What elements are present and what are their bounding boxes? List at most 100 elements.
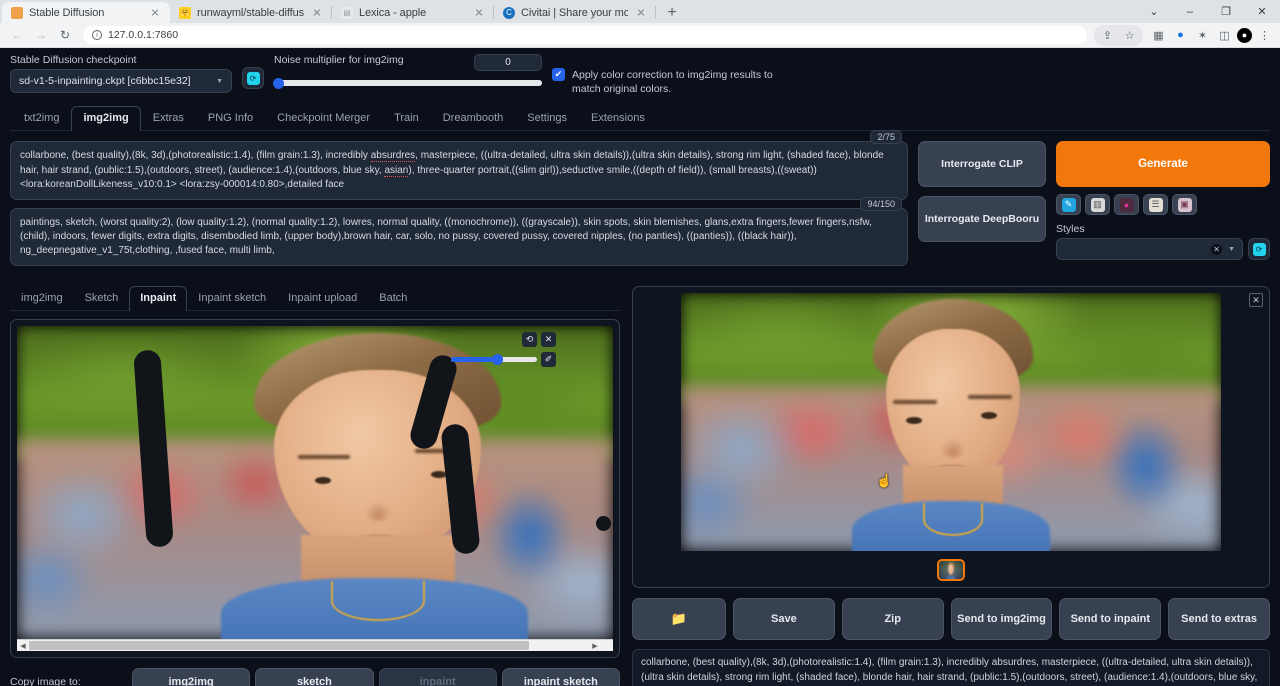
close-icon[interactable]: ✕ bbox=[1249, 293, 1263, 307]
extension-store-icon[interactable]: ▦ bbox=[1149, 26, 1168, 45]
noise-multiplier-input[interactable]: 0 bbox=[474, 54, 542, 71]
prompt-input[interactable]: collarbone, (best quality),(8k, 3d),(pho… bbox=[10, 141, 908, 200]
send-to-img2img-button[interactable]: Send to img2img bbox=[951, 598, 1053, 640]
browser-tab-3[interactable]: C Civitai | Share your models bbox=[494, 2, 656, 23]
subtab-sketch[interactable]: Sketch bbox=[74, 286, 130, 310]
slider-knob[interactable] bbox=[273, 78, 284, 89]
zip-button[interactable]: Zip bbox=[842, 598, 944, 640]
interrogate-clip-button[interactable]: Interrogate CLIP bbox=[918, 141, 1046, 187]
subtab-inpaint[interactable]: Inpaint bbox=[129, 286, 187, 311]
prompt-wrapper: 2/75 collarbone, (best quality),(8k, 3d)… bbox=[10, 141, 908, 200]
canvas-tools: ⟲ ✕ ✐ bbox=[451, 332, 556, 367]
close-icon[interactable] bbox=[634, 6, 648, 20]
browser-tab-2[interactable]: ▤ Lexica - apple bbox=[332, 2, 494, 23]
canvas-horizontal-scrollbar[interactable]: ◀ ▶ bbox=[17, 639, 613, 651]
subject-face bbox=[886, 329, 1020, 486]
result-image[interactable]: ☝ bbox=[681, 293, 1221, 551]
tab-train[interactable]: Train bbox=[382, 106, 431, 130]
copy-to-sketch-button[interactable]: sketch bbox=[255, 668, 373, 686]
refresh-styles-button[interactable]: ⟳ bbox=[1248, 238, 1270, 260]
tab-checkpoint-merger[interactable]: Checkpoint Merger bbox=[265, 106, 382, 130]
inpaint-canvas[interactable]: ⟲ ✕ ✐ bbox=[17, 326, 613, 639]
share-icon[interactable]: ⇪ bbox=[1098, 26, 1117, 45]
maximize-button[interactable]: ❐ bbox=[1208, 0, 1244, 23]
negative-prompt-input[interactable]: paintings, sketch, (worst quality:2), (l… bbox=[10, 208, 908, 267]
close-icon[interactable] bbox=[472, 6, 486, 20]
chevron-down-icon[interactable]: ▼ bbox=[1228, 246, 1235, 253]
browser-tab-1[interactable]: 🤗 runwayml/stable-diffusion-inpa bbox=[170, 2, 332, 23]
noise-multiplier-slider[interactable] bbox=[274, 80, 542, 86]
sidepanel-icon[interactable]: ◫ bbox=[1215, 26, 1234, 45]
stable-diffusion-webui: Stable Diffusion checkpoint sd-v1-5-inpa… bbox=[0, 48, 1280, 686]
prompt-typo-b: asian bbox=[384, 165, 408, 177]
undo-icon[interactable]: ⟲ bbox=[522, 332, 537, 347]
toolbar-icons: ⇪ ☆ ▦ ● ✶ ◫ ● ⋮ bbox=[1094, 25, 1274, 46]
new-tab-button[interactable]: + bbox=[660, 2, 684, 23]
noise-multiplier-group: Noise multiplier for img2img 0 bbox=[274, 54, 542, 86]
browser-toolbar: ← → ↻ i 127.0.0.1:7860 ⇪ ☆ ▦ ● ✶ ◫ ● ⋮ bbox=[0, 23, 1280, 48]
paste-icon[interactable]: ✎ bbox=[1056, 194, 1081, 215]
brush-size-slider[interactable] bbox=[451, 357, 537, 362]
browser-tab-0[interactable]: Stable Diffusion bbox=[2, 2, 170, 23]
address-bar[interactable]: i 127.0.0.1:7860 bbox=[83, 26, 1087, 44]
tab-settings[interactable]: Settings bbox=[515, 106, 579, 130]
puzzle-icon[interactable]: ✶ bbox=[1193, 26, 1212, 45]
save-button[interactable]: Save bbox=[733, 598, 835, 640]
trash-icon[interactable]: ▥ bbox=[1085, 194, 1110, 215]
slider-fill bbox=[451, 357, 496, 362]
scroll-right-arrow-icon[interactable]: ▶ bbox=[589, 642, 601, 650]
tab-extras[interactable]: Extras bbox=[141, 106, 196, 130]
subtab-img2img[interactable]: img2img bbox=[10, 286, 74, 310]
subtab-inpaint-sketch[interactable]: Inpaint sketch bbox=[187, 286, 277, 310]
tab-dreambooth[interactable]: Dreambooth bbox=[431, 106, 516, 130]
subject-brow-right bbox=[968, 395, 1012, 399]
color-correction-group[interactable]: ✔ Apply color correction to img2img resu… bbox=[552, 68, 782, 96]
styles-apply-icon[interactable]: ● bbox=[1114, 194, 1139, 215]
subject-necklace bbox=[331, 581, 424, 621]
scrollbar-thumb[interactable] bbox=[29, 641, 529, 650]
slider-knob[interactable] bbox=[492, 354, 503, 365]
inpaint-canvas-container: ⟲ ✕ ✐ bbox=[10, 319, 620, 658]
result-thumbnail[interactable] bbox=[937, 559, 965, 581]
tab-extensions[interactable]: Extensions bbox=[579, 106, 657, 130]
resize-grip-icon[interactable] bbox=[601, 640, 612, 651]
profile-icon[interactable]: ● bbox=[1237, 28, 1252, 43]
site-info-icon[interactable]: i bbox=[92, 30, 102, 40]
main-tabs: txt2img img2img Extras PNG Info Checkpoi… bbox=[10, 106, 1270, 131]
close-icon[interactable] bbox=[148, 6, 162, 20]
copy-to-img2img-button[interactable]: img2img bbox=[132, 668, 250, 686]
tab-img2img[interactable]: img2img bbox=[71, 106, 140, 131]
menu-icon[interactable]: ⋮ bbox=[1255, 26, 1274, 45]
save-style-icon[interactable]: ▣ bbox=[1172, 194, 1197, 215]
send-to-inpaint-button[interactable]: Send to inpaint bbox=[1059, 598, 1161, 640]
subtab-inpaint-upload[interactable]: Inpaint upload bbox=[277, 286, 368, 310]
close-icon[interactable] bbox=[310, 6, 324, 20]
interrogate-deepbooru-button[interactable]: Interrogate DeepBooru bbox=[918, 196, 1046, 242]
reload-icon[interactable]: ↻ bbox=[54, 25, 76, 45]
close-window-button[interactable]: ✕ bbox=[1244, 0, 1280, 23]
clear-icon[interactable]: ✕ bbox=[1211, 244, 1222, 255]
styles-select[interactable]: ✕ ▼ bbox=[1056, 238, 1243, 260]
clear-icon[interactable]: ✕ bbox=[541, 332, 556, 347]
record-icon[interactable]: ● bbox=[1171, 26, 1190, 45]
brush-icon[interactable]: ✐ bbox=[541, 352, 556, 367]
back-icon[interactable]: ← bbox=[6, 25, 28, 45]
star-icon[interactable]: ☆ bbox=[1120, 26, 1139, 45]
copy-to-inpaint-sketch-button[interactable]: inpaint sketch bbox=[502, 668, 620, 686]
generate-group: Generate ✎ ▥ ● ☰ ▣ Styles ✕ ▼ bbox=[1056, 141, 1270, 260]
minimize-button[interactable]: – bbox=[1172, 0, 1208, 23]
tab-png-info[interactable]: PNG Info bbox=[196, 106, 265, 130]
tab-txt2img[interactable]: txt2img bbox=[12, 106, 71, 130]
send-to-extras-button[interactable]: Send to extras bbox=[1168, 598, 1270, 640]
clipboard-icon[interactable]: ☰ bbox=[1143, 194, 1168, 215]
tab-search-icon[interactable]: ⌄ bbox=[1136, 0, 1172, 23]
subject-brow-left bbox=[893, 400, 937, 404]
generate-button[interactable]: Generate bbox=[1056, 141, 1270, 187]
checkpoint-select[interactable]: sd-v1-5-inpainting.ckpt [c6bbc15e32] ▼ bbox=[10, 69, 232, 93]
scroll-left-arrow-icon[interactable]: ◀ bbox=[17, 642, 29, 650]
color-correction-checkbox[interactable]: ✔ bbox=[552, 68, 565, 81]
refresh-checkpoint-button[interactable]: ⟳ bbox=[242, 67, 264, 89]
forward-icon[interactable]: → bbox=[30, 25, 52, 45]
subtab-batch[interactable]: Batch bbox=[368, 286, 418, 310]
open-folder-button[interactable]: 📁 bbox=[632, 598, 726, 640]
